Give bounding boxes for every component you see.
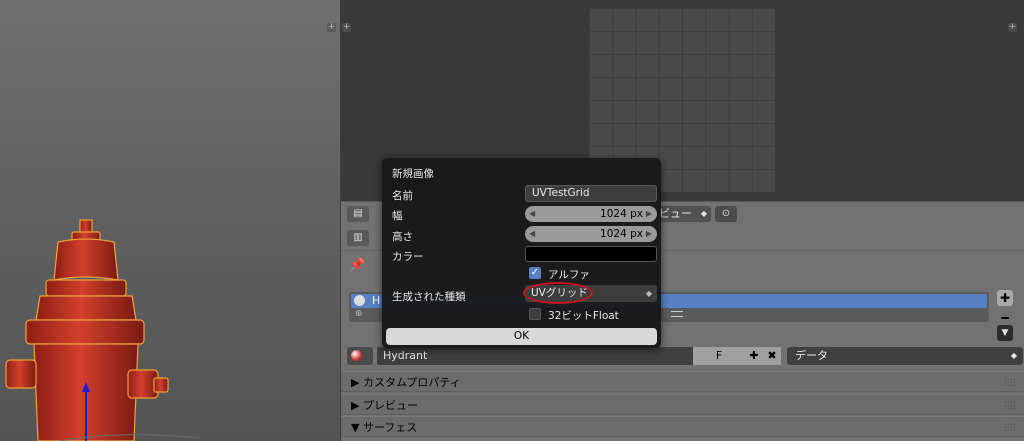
panel-label: サーフェス [362,421,418,434]
material-sphere-icon [351,350,362,361]
material-name-field[interactable]: Hydrant [377,347,693,365]
panel-custom-properties[interactable]: ▶ カスタムプロパティ [341,371,1024,392]
increment-arrow-icon[interactable]: ▶ [646,226,652,242]
expand-arrow-icon: ▶ [351,376,363,389]
view-menu[interactable]: ビュー ◆ [653,206,711,222]
height-value: 1024 px [600,228,643,240]
color-swatch[interactable] [525,246,657,262]
add-slot-button[interactable]: ✚ [997,290,1013,306]
view-menu-label: ビュー [659,207,692,220]
area-split-corner-icon[interactable]: + [1008,23,1017,32]
float-label: 32ビットFloat [548,310,619,322]
expand-arrow-icon: ▶ [351,399,363,412]
panel-surface[interactable]: ▼ サーフェス [341,416,1024,437]
area-split-corner-icon[interactable]: + [327,23,336,32]
panel-grip-icon[interactable] [1004,378,1016,386]
decrement-arrow-icon[interactable]: ◀ [529,206,535,222]
image-name-input[interactable]: UVTestGrid [525,185,657,202]
alpha-checkbox[interactable]: ✓ [529,267,541,279]
texture-slot-label: H [372,294,381,307]
list-resize-handle-icon[interactable] [671,311,683,317]
editor-type-icon[interactable]: ▥ [347,230,369,246]
new-image-popup: 新規画像 名前 UVTestGrid 幅 ◀ 1024 px ▶ 高さ ◀ 10… [382,158,661,348]
slot-specials-menu-icon[interactable]: ▼ [997,325,1013,341]
chevron-down-icon: ◆ [700,209,707,218]
material-row: Hydrant F ✚ ✖ データ ◆ [347,347,1024,365]
width-value: 1024 px [600,208,643,220]
popup-title: 新規画像 [392,168,434,180]
texture-icon [354,295,365,306]
chevron-down-icon: ◆ [1010,351,1017,360]
panel-grip-icon[interactable] [1004,401,1016,409]
chevron-updown-icon: ◆ [645,289,652,298]
pin-view-icon[interactable]: ⊙ [715,206,737,222]
width-label: 幅 [392,210,403,222]
height-label: 高さ [392,231,413,243]
unlink-material-icon[interactable]: ✖ [763,347,781,365]
panel-label: カスタムプロパティ [362,376,461,389]
link-data-dropdown[interactable]: データ ◆ [787,347,1023,365]
panel-preview[interactable]: ▶ プレビュー [341,394,1024,415]
float-checkbox[interactable] [529,308,541,320]
alpha-label: アルファ [548,269,590,281]
fire-hydrant-model[interactable] [0,210,200,441]
generated-type-label: 生成された種類 [392,291,466,303]
add-slot-icon[interactable]: ⊕ [355,309,363,319]
3d-viewport[interactable]: + [0,0,340,441]
height-number-field[interactable]: ◀ 1024 px ▶ [525,226,657,242]
decrement-arrow-icon[interactable]: ◀ [529,226,535,242]
area-split-corner-icon[interactable]: + [342,23,351,32]
new-material-icon[interactable]: ✚ [745,347,763,365]
collapse-arrow-icon: ▼ [351,421,363,434]
pin-icon[interactable]: 📌 [349,258,365,273]
material-browse-button[interactable] [347,347,373,365]
panel-label: プレビュー [362,399,418,412]
width-number-field[interactable]: ◀ 1024 px ▶ [525,206,657,222]
panel-grip-icon[interactable] [1004,423,1016,431]
highlight-circle-annotation [523,282,593,304]
fake-user-button[interactable]: F [693,347,745,365]
remove-slot-button[interactable]: ━ [997,310,1013,326]
link-data-label: データ [795,349,828,362]
increment-arrow-icon[interactable]: ▶ [646,206,652,222]
color-label: カラー [392,251,424,263]
editor-type-icon[interactable]: ▤ [347,206,369,222]
name-label: 名前 [392,190,413,202]
ok-button[interactable]: OK [386,328,657,345]
